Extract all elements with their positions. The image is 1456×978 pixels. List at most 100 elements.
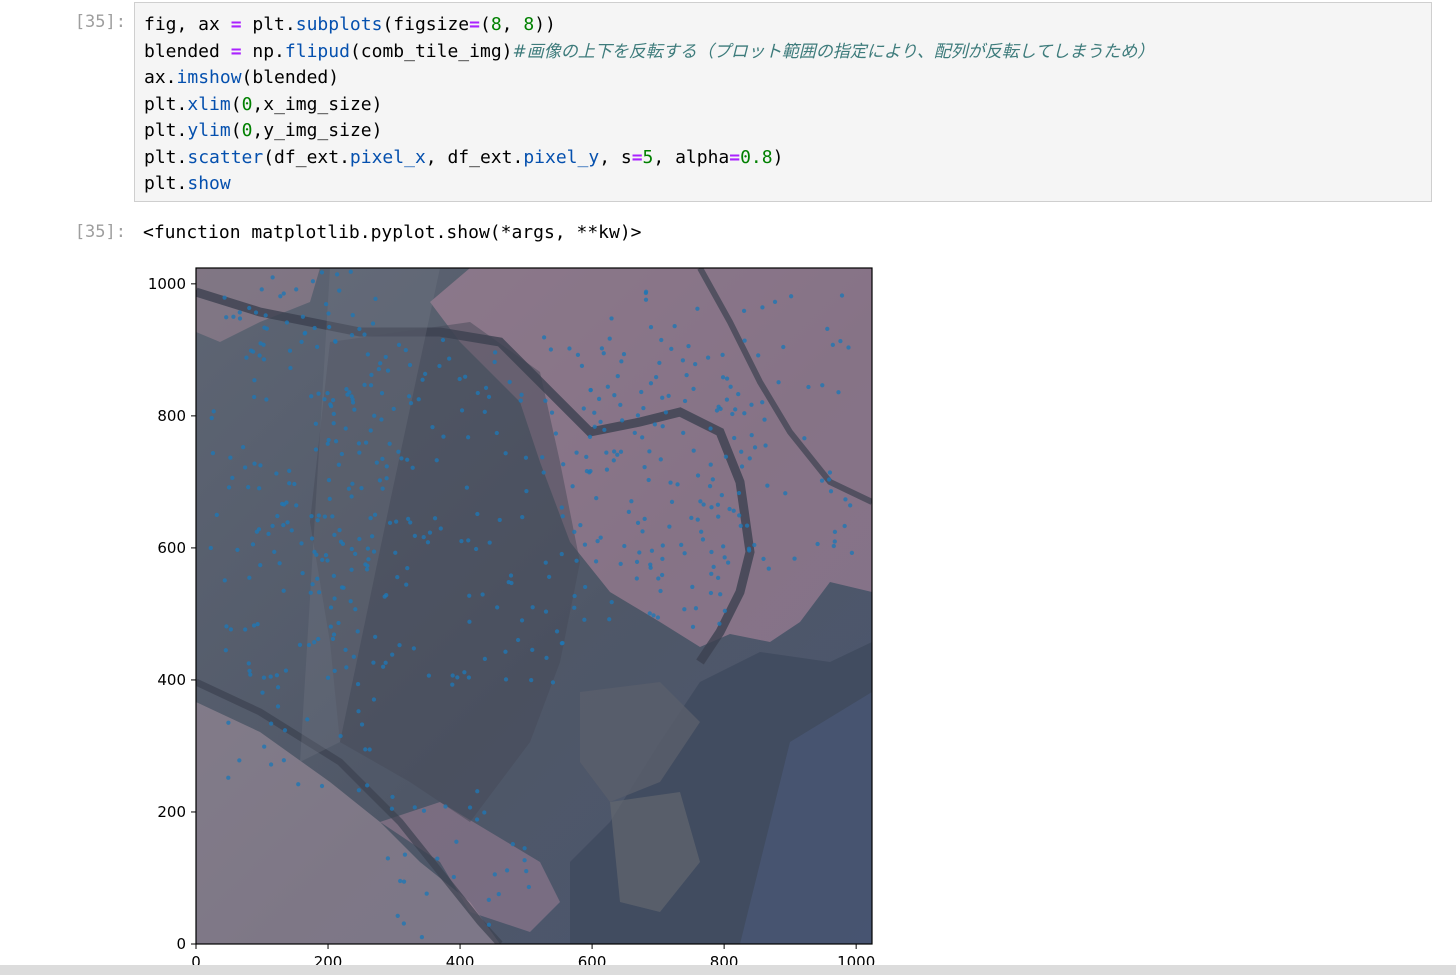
scatter-point (384, 476, 389, 481)
scatter-point (326, 437, 331, 443)
scatter-point (330, 398, 336, 403)
scatter-point (691, 448, 696, 453)
scatter-point (348, 599, 353, 604)
scatter-point (463, 374, 468, 379)
scatter-point (742, 411, 747, 416)
scatter-point (353, 551, 358, 557)
scatter-point (520, 515, 525, 520)
scatter-point (343, 647, 348, 652)
scatter-point (574, 450, 579, 455)
scatter-point (518, 398, 523, 403)
code-token: pixel_x (349, 146, 426, 168)
scatter-point (423, 371, 428, 376)
scatter-point (763, 443, 768, 448)
scatter-point (509, 580, 514, 586)
scatter-point (693, 362, 698, 367)
scatter-point (285, 520, 290, 525)
scatter-point (761, 556, 766, 562)
scatter-point (483, 385, 489, 390)
scatter-point (510, 841, 515, 847)
scatter-point (831, 543, 836, 549)
code-line: plt.ylim(0,y_img_size) (144, 118, 1154, 145)
scatter-point (370, 321, 376, 326)
scatter-point (659, 337, 664, 343)
code-token: ,x_img_size) (252, 93, 383, 115)
scatter-point (559, 551, 564, 557)
scatter-point (587, 434, 593, 439)
code-cell[interactable]: fig, ax = plt.subplots(figsize=(8, 8)) bl… (134, 2, 1432, 202)
scatter-point (675, 482, 680, 487)
scatter-point (379, 391, 385, 396)
scatter-point (323, 553, 329, 558)
scatter-point (287, 481, 292, 486)
scatter-point (594, 496, 599, 501)
scatter-point (668, 480, 673, 485)
scatter-point (599, 346, 605, 351)
scatter-point (690, 584, 695, 590)
scatter-point (224, 315, 229, 320)
scatter-point (560, 514, 565, 519)
scatter-point (365, 352, 370, 357)
scatter-point (634, 576, 639, 581)
scatter-point (598, 535, 603, 540)
scatter-point (660, 556, 665, 561)
scatter-point (701, 502, 706, 507)
scatter-point (356, 788, 361, 793)
scatter-point (395, 913, 400, 919)
scatter-point (355, 629, 360, 634)
scatter-point (269, 721, 274, 726)
scatter-point (467, 593, 472, 598)
code-token: pixel_y (523, 146, 600, 168)
scatter-point (681, 430, 686, 435)
scatter-point (640, 435, 645, 440)
scatter-point (365, 546, 371, 551)
scatter-point (287, 468, 292, 473)
scatter-point (622, 543, 627, 549)
scatter-point (572, 593, 577, 599)
scatter-point (421, 535, 426, 540)
scatter-point (309, 513, 314, 519)
code-token: , alpha (653, 146, 730, 168)
code-token: )) (534, 14, 556, 35)
scatter-point (788, 294, 794, 299)
scatter-point (349, 333, 355, 338)
scatter-point (395, 574, 400, 580)
scatter-point (297, 642, 303, 648)
scatter-point (621, 352, 627, 357)
scatter-point (495, 605, 500, 610)
code-token: plt. (144, 173, 188, 194)
scatter-point (709, 505, 714, 510)
scatter-point (357, 536, 362, 542)
scatter-point (708, 590, 714, 596)
scatter-point (404, 582, 409, 587)
scatter-point (504, 868, 510, 873)
scatter-point (384, 464, 389, 469)
scatter-point (247, 305, 252, 311)
code-token: ( (230, 120, 242, 141)
scatter-point (689, 515, 694, 521)
scatter-point (572, 529, 577, 535)
scatter-point (524, 868, 529, 874)
scatter-point (609, 599, 614, 605)
code-token: show (187, 173, 231, 194)
scatter-point (326, 478, 332, 483)
scatter-point (593, 559, 599, 564)
scatter-point (570, 484, 575, 489)
code-line: ax.imshow(blended) (144, 65, 1154, 92)
horizontal-scrollbar[interactable] (0, 965, 1456, 975)
scatter-point (294, 287, 299, 292)
scatter-point (347, 390, 352, 395)
scatter-point (250, 542, 256, 547)
scatter-point (397, 643, 402, 648)
scatter-point (331, 632, 337, 637)
scatter-point (359, 486, 364, 491)
scatter-point (605, 384, 610, 389)
scatter-point (722, 608, 728, 613)
scatter-point (437, 363, 442, 369)
scatter-point (515, 637, 521, 643)
scatter-point (806, 384, 811, 390)
scatter-point (382, 594, 387, 599)
code-token: = (469, 14, 480, 35)
code-editor[interactable]: fig, ax = plt.subplots(figsize=(8, 8)) bl… (144, 12, 1154, 198)
scatter-point (649, 548, 655, 553)
